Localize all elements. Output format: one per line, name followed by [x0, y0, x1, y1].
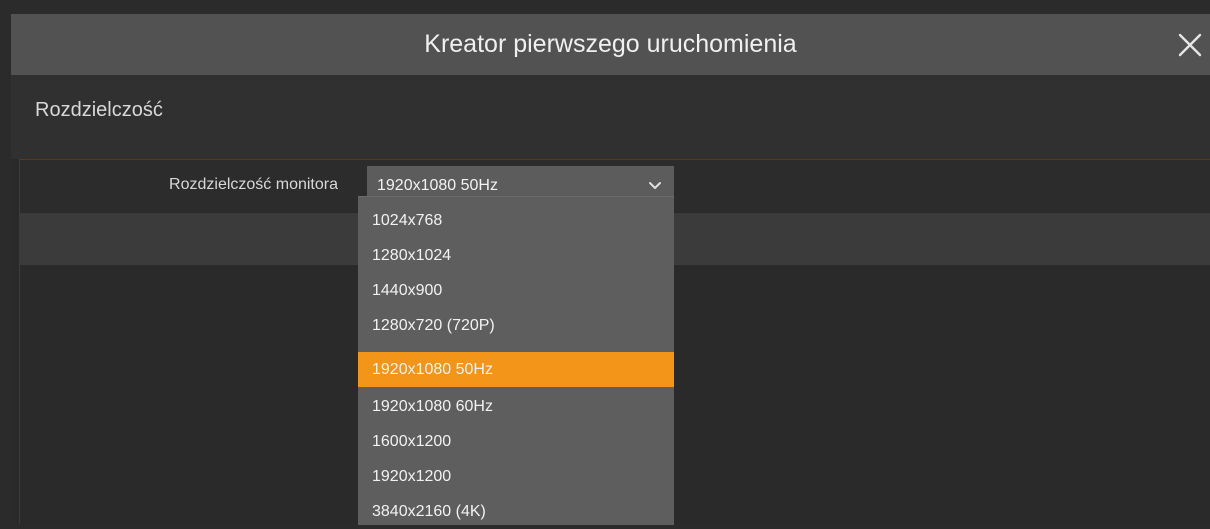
- option-label: 1280x720 (720P): [372, 317, 495, 334]
- dropdown-option[interactable]: 1600x1200: [358, 424, 674, 459]
- option-label: 1600x1200: [372, 433, 452, 450]
- dialog-titlebar: Kreator pierwszego uruchomienia: [11, 14, 1210, 75]
- monitor-resolution-label: Rozdzielczość monitora: [169, 176, 338, 193]
- option-label: 1280x1024: [372, 247, 452, 264]
- dropdown-option[interactable]: 1280x1024: [358, 238, 674, 273]
- dropdown-option[interactable]: 1920x1200: [358, 459, 674, 494]
- option-label: 1440x900: [372, 282, 443, 299]
- monitor-resolution-value: 1920x1080 50Hz: [377, 177, 498, 194]
- dropdown-option[interactable]: 1920x1080 60Hz: [358, 389, 674, 424]
- dialog-title: Kreator pierwszego uruchomienia: [424, 30, 797, 58]
- chevron-down-icon: [649, 182, 661, 189]
- dropdown-option[interactable]: 1024x768: [358, 203, 674, 238]
- option-label: 1024x768: [372, 212, 443, 229]
- dropdown-option-selected[interactable]: 1920x1080 50Hz: [358, 352, 674, 387]
- close-button[interactable]: [1170, 14, 1210, 75]
- option-label: 1920x1200: [372, 468, 452, 485]
- section-title: Rozdzielczość: [35, 99, 163, 121]
- dropdown-option[interactable]: 1440x900: [358, 273, 674, 308]
- resolution-dropdown-list[interactable]: 1024x768 1280x1024 1440x900 1280x720 (72…: [358, 196, 674, 525]
- dropdown-option[interactable]: 1280x720 (720P): [358, 308, 674, 343]
- option-label: 1920x1080 60Hz: [372, 398, 493, 415]
- close-icon: [1178, 33, 1202, 57]
- option-label: 3840x2160 (4K): [372, 503, 486, 520]
- option-label: 1920x1080 50Hz: [372, 361, 493, 378]
- section-header: Rozdzielczość: [11, 75, 1210, 159]
